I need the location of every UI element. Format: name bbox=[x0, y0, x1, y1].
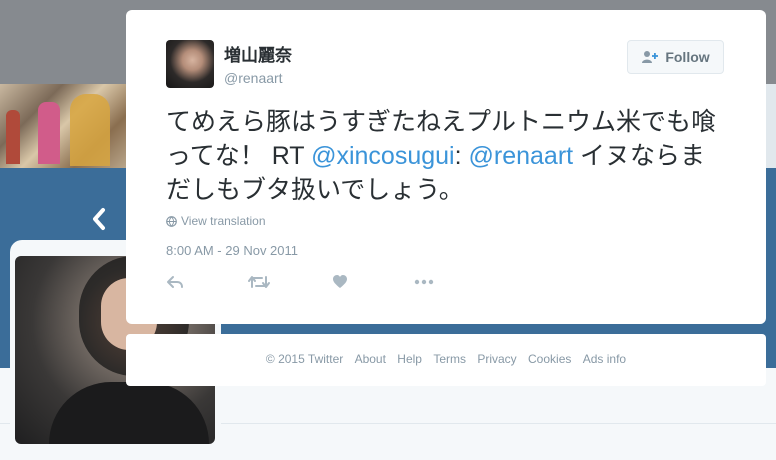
footer-link-privacy[interactable]: Privacy bbox=[477, 352, 516, 366]
author-name[interactable]: 増山麗奈 bbox=[224, 46, 292, 66]
tweet-text-colon: : bbox=[454, 142, 469, 170]
footer: © 2015 Twitter About Help Terms Privacy … bbox=[126, 334, 766, 386]
view-translation-label: View translation bbox=[181, 214, 266, 228]
footer-link-help[interactable]: Help bbox=[397, 352, 422, 366]
author-avatar[interactable] bbox=[166, 40, 214, 88]
tweet-card: 増山麗奈 @renaart Follow てめえら豚はうすぎたねえプルトニウム米… bbox=[126, 10, 766, 324]
photo-figure bbox=[6, 110, 20, 164]
author-handle[interactable]: @renaart bbox=[224, 69, 283, 87]
follow-button-label: Follow bbox=[665, 49, 710, 65]
footer-link-ads-info[interactable]: Ads info bbox=[583, 352, 626, 366]
retweet-icon[interactable] bbox=[248, 274, 270, 295]
chevron-left-icon-svg bbox=[93, 208, 105, 230]
mention-link[interactable]: @xincosugui bbox=[311, 142, 455, 170]
like-icon[interactable] bbox=[332, 274, 348, 294]
chevron-left-icon[interactable] bbox=[92, 207, 106, 235]
view-translation-link[interactable]: View translation bbox=[166, 214, 266, 228]
tweet-text: てめえら豚はうすぎたねえプルトニウム米でも喰ってな！ RT @xincosugu… bbox=[166, 105, 726, 207]
globe-icon bbox=[166, 215, 177, 227]
photo-figure bbox=[38, 102, 60, 164]
tweet-timestamp[interactable]: 8:00 AM - 29 Nov 2011 bbox=[166, 243, 298, 258]
follow-button[interactable]: Follow bbox=[627, 40, 724, 74]
footer-link-cookies[interactable]: Cookies bbox=[528, 352, 571, 366]
photo-figure bbox=[70, 94, 110, 166]
follow-user-icon bbox=[642, 51, 659, 63]
reply-icon[interactable] bbox=[166, 274, 184, 295]
avatar-body bbox=[49, 382, 209, 444]
footer-links: © 2015 Twitter About Help Terms Privacy … bbox=[126, 352, 766, 366]
footer-copyright: © 2015 Twitter bbox=[265, 352, 344, 366]
more-icon[interactable] bbox=[414, 274, 434, 295]
footer-link-terms[interactable]: Terms bbox=[433, 352, 466, 366]
mention-link[interactable]: @renaart bbox=[469, 142, 574, 170]
header-photo bbox=[0, 84, 126, 168]
footer-link-about[interactable]: About bbox=[355, 352, 386, 366]
